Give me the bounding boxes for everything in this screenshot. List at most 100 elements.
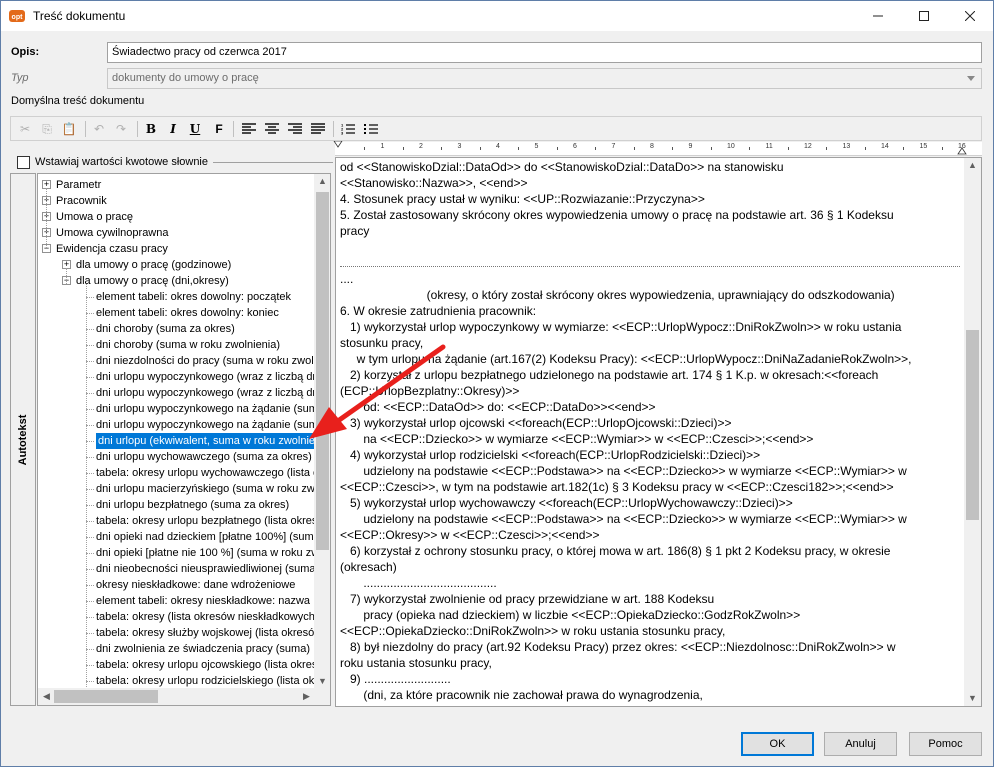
tree-node[interactable]: dni urlopu bezpłatnego (suma za okres) xyxy=(96,497,289,513)
scroll-left-icon[interactable]: ◀ xyxy=(38,691,55,702)
ruler-tick xyxy=(518,147,520,150)
right-indent-icon[interactable] xyxy=(957,147,967,155)
undo-icon[interactable]: ↶ xyxy=(89,120,109,138)
close-button[interactable] xyxy=(947,1,993,31)
document-editor[interactable]: od <<StanowiskoDzial::DataOd>> do <<Stan… xyxy=(335,157,982,707)
tree-connector xyxy=(86,409,94,410)
tree-node[interactable]: dni choroby (suma za okres) xyxy=(96,321,235,337)
minimize-button[interactable] xyxy=(855,1,901,31)
ruler-number: 4 xyxy=(496,143,500,150)
maximize-icon xyxy=(919,11,929,21)
svg-text:3: 3 xyxy=(341,131,344,136)
tree-node[interactable]: Umowa cywilnoprawna xyxy=(56,225,169,241)
tree-node[interactable]: element tabeli: okres dowolny: koniec xyxy=(96,305,279,321)
tree-node[interactable]: tabela: okresy (lista okresów nieskładko… xyxy=(96,609,315,625)
tree-node[interactable]: Ewidencja czasu pracy xyxy=(56,241,168,257)
editor-line: (okresy, o który został skrócony okres w… xyxy=(340,288,895,302)
paste-icon[interactable]: 📋 xyxy=(59,120,79,138)
toolbar-separator xyxy=(333,121,334,137)
bold-button[interactable]: B xyxy=(141,120,161,138)
ruler-tick xyxy=(402,147,404,150)
indent-marker-icon[interactable] xyxy=(333,141,343,149)
scroll-down-icon[interactable]: ▼ xyxy=(314,676,330,686)
tree-node[interactable]: dni nieobecności nieusprawiedliwionej (s… xyxy=(96,561,316,577)
numbered-list-icon[interactable]: 123 xyxy=(338,120,358,138)
tree-node-selected[interactable]: dni urlopu (ekwiwalent, suma w roku zwol… xyxy=(96,433,324,449)
tree-connector xyxy=(86,361,94,362)
tree-node[interactable]: dni opieki [płatne nie 100 %] (suma w ro… xyxy=(96,545,319,561)
ruler-number: 11 xyxy=(765,143,773,150)
bullet-list-icon[interactable] xyxy=(361,120,381,138)
tree-node[interactable]: dni choroby (suma w roku zwolnienia) xyxy=(96,337,280,353)
cancel-button[interactable]: Anuluj xyxy=(824,732,897,756)
toolbar-separator xyxy=(85,121,86,137)
align-center-icon[interactable] xyxy=(262,120,282,138)
editor-vertical-scrollbar[interactable]: ▲ ▼ xyxy=(964,158,981,706)
tree-node[interactable]: dni urlopu wypoczynkowego (wraz z liczbą… xyxy=(96,369,319,385)
scroll-up-icon[interactable]: ▲ xyxy=(964,160,981,170)
font-button[interactable]: F xyxy=(209,120,229,138)
tree-node[interactable]: tabela: okresy urlopu rodzicielskiego (l… xyxy=(96,673,317,689)
copy-icon[interactable]: ⎘ xyxy=(37,120,57,138)
tree-node[interactable]: element tabeli: okresy nieskładkowe: naz… xyxy=(96,593,310,609)
tree-node[interactable]: tabela: okresy służby wojskowej (lista o… xyxy=(96,625,314,641)
typ-label: Typ xyxy=(11,72,29,84)
tree-node[interactable]: dni urlopu wychowawczego (suma za okres) xyxy=(96,449,312,465)
ruler-tick xyxy=(633,147,635,150)
tree-node[interactable]: Umowa o pracę xyxy=(56,209,133,225)
tree-node[interactable]: Pracownik xyxy=(56,193,107,209)
ok-button[interactable]: OK xyxy=(741,732,814,756)
amount-in-words-checkbox-row[interactable]: Wstawiaj wartości kwotowe słownie xyxy=(17,155,208,169)
tree-node[interactable]: dni urlopu macierzyńskiego (suma w roku … xyxy=(96,481,323,497)
editor-line: 6) korzystał z ochrony stosunku pracy, o… xyxy=(340,544,891,558)
tree-node[interactable]: dni urlopu wypoczynkowego na żądanie (su… xyxy=(96,401,324,417)
tree-node[interactable]: tabela: okresy urlopu ojcowskiego (lista… xyxy=(96,657,317,673)
tree-node[interactable]: tabela: okresy urlopu wychowawczego (lis… xyxy=(96,465,319,481)
cut-icon[interactable]: ✂ xyxy=(15,120,35,138)
justify-icon[interactable] xyxy=(308,120,328,138)
editor-scroll-thumb[interactable] xyxy=(966,330,979,520)
underline-button[interactable]: U xyxy=(185,120,205,138)
maximize-button[interactable] xyxy=(901,1,947,31)
tree-scroll-thumb[interactable] xyxy=(316,192,329,550)
help-button[interactable]: Pomoc xyxy=(909,732,982,756)
redo-icon[interactable]: ↷ xyxy=(111,120,131,138)
ruler-tick xyxy=(903,147,905,150)
tree-connector xyxy=(86,313,94,314)
italic-button[interactable]: I xyxy=(163,120,183,138)
scroll-down-icon[interactable]: ▼ xyxy=(964,693,981,703)
opis-input[interactable]: Świadectwo pracy od czerwca 2017 xyxy=(107,42,982,63)
toolbar-separator xyxy=(137,121,138,137)
scroll-up-icon[interactable]: ▲ xyxy=(314,176,330,186)
tree-node[interactable]: dla umowy o pracę (dni,okresy) xyxy=(76,273,229,289)
editor-line: od <<StanowiskoDzial::DataOd>> do <<Stan… xyxy=(340,160,784,174)
tree-hscroll-thumb[interactable] xyxy=(54,690,158,703)
autotext-tree[interactable]: + Parametr + Pracownik + Umowa o pracę + Umowa … xyxy=(37,173,331,706)
editor-line: <<ECP::OpiekaDziecko::DniRokZwoln>> w ro… xyxy=(340,624,726,638)
tree-node[interactable]: dni zwolnienia ze świadczenia pracy (sum… xyxy=(96,641,310,657)
editor-line: w tym urlopu na żądanie (art.167(2) Kode… xyxy=(340,352,912,366)
tree-node[interactable]: dni opieki nad dzieckiem [płatne 100%] (… xyxy=(96,529,320,545)
tree-horizontal-scrollbar[interactable]: ◀ ▶ xyxy=(38,688,330,705)
tree-node[interactable]: element tabeli: okres dowolny: początek xyxy=(96,289,291,305)
editor-line: .... xyxy=(340,272,354,286)
tree-node[interactable]: tabela: okresy urlopu bezpłatnego (lista… xyxy=(96,513,317,529)
typ-dropdown[interactable]: dokumenty do umowy o pracę xyxy=(107,68,982,89)
tree-node[interactable]: dla umowy o pracę (godzinowe) xyxy=(76,257,231,273)
tree-node[interactable]: dni urlopu wypoczynkowego na żądanie (su… xyxy=(96,417,324,433)
tree-vertical-scrollbar[interactable]: ▲ ▼ xyxy=(314,174,330,689)
tree-node[interactable]: dni niezdolności do pracy (suma w roku z… xyxy=(96,353,322,369)
tree-connector xyxy=(86,553,94,554)
tree-node[interactable]: Parametr xyxy=(56,177,101,193)
autotext-tab[interactable]: Autotekst xyxy=(10,173,36,706)
amount-in-words-checkbox[interactable] xyxy=(17,155,30,169)
tree-node[interactable]: okresy nieskładkowe: dane wdrożeniowe xyxy=(96,577,295,593)
tree-node[interactable]: dni urlopu wypoczynkowego (wraz z liczbą… xyxy=(96,385,319,401)
toolbar-separator xyxy=(233,121,234,137)
ruler[interactable]: 1 2 3 4 5 6 7 8 9 10 11 12 13 14 15 16 xyxy=(333,141,982,156)
align-right-icon[interactable] xyxy=(285,120,305,138)
ruler-number: 8 xyxy=(650,143,654,150)
editor-line: 1) wykorzystał urlop wypoczynkowy w wymi… xyxy=(340,320,902,334)
scroll-right-icon[interactable]: ▶ xyxy=(298,691,315,702)
align-left-icon[interactable] xyxy=(239,120,259,138)
